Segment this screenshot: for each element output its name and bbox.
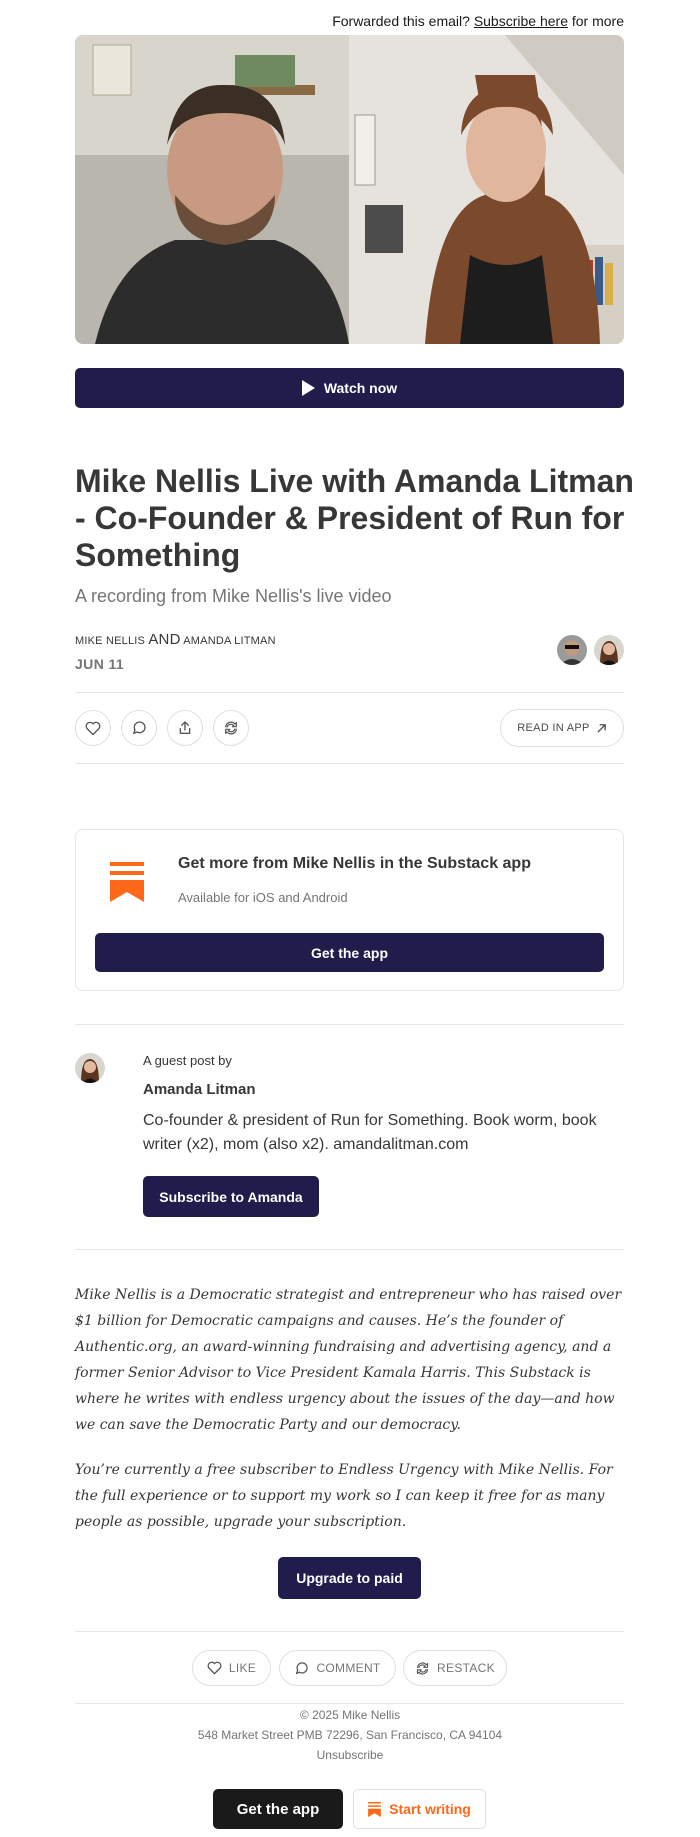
- arrow-up-right-icon: [597, 723, 606, 733]
- upgrade-to-paid-button[interactable]: Upgrade to paid: [278, 1557, 421, 1599]
- avatar-mike[interactable]: [557, 635, 587, 665]
- restack-icon: [416, 1662, 429, 1674]
- divider: [75, 1631, 624, 1632]
- post-subtitle: A recording from Mike Nellis's live vide…: [75, 586, 392, 606]
- subscribe-here-link[interactable]: Subscribe here: [474, 13, 568, 29]
- app-card-title: Get more from Mike Nellis in the Substac…: [178, 855, 531, 872]
- comment-label: COMMENT: [316, 1661, 381, 1675]
- unsubscribe-link[interactable]: Unsubscribe: [0, 1748, 700, 1762]
- start-writing-label: Start writing: [389, 1801, 471, 1817]
- video-thumbnail[interactable]: [75, 35, 624, 344]
- read-in-app-label: READ IN APP: [517, 722, 590, 734]
- guest-avatar[interactable]: [75, 1053, 105, 1083]
- comment-icon: [296, 1661, 309, 1674]
- forwarded-prefix: Forwarded this email?: [332, 13, 470, 29]
- byline: Mike Nellis and Amanda Litman: [75, 631, 276, 648]
- watch-now-button[interactable]: Watch now: [75, 368, 624, 408]
- footer-get-the-app-button[interactable]: Get the app: [213, 1789, 343, 1829]
- byline-and: and: [148, 631, 181, 648]
- like-button[interactable]: [75, 710, 111, 746]
- guest-post-label: A guest post by: [143, 1053, 232, 1068]
- start-writing-button[interactable]: Start writing: [353, 1789, 486, 1829]
- post-title[interactable]: Mike Nellis Live with Amanda Litman - Co…: [75, 463, 635, 574]
- subscribe-to-amanda-button[interactable]: Subscribe to Amanda: [143, 1176, 319, 1217]
- divider: [75, 1703, 624, 1704]
- heart-icon: [207, 1661, 222, 1675]
- comment-button[interactable]: [121, 710, 157, 746]
- divider: [75, 692, 624, 693]
- read-in-app-button[interactable]: READ IN APP: [500, 709, 624, 747]
- divider: [75, 763, 624, 764]
- author-link-1[interactable]: Mike Nellis: [75, 635, 145, 647]
- author-link-2[interactable]: Amanda Litman: [183, 635, 275, 647]
- post-date: JUN 11: [75, 656, 125, 672]
- comment-icon: [133, 721, 146, 734]
- copyright: © 2025 Mike Nellis: [299, 1708, 401, 1722]
- guest-author-bio: Co-founder & president of Run for Someth…: [143, 1112, 597, 1153]
- forwarded-notice: Forwarded this email? Subscribe here for…: [332, 13, 624, 29]
- restack-icon: [225, 721, 237, 735]
- divider: [75, 1024, 624, 1025]
- substack-logo-icon: [110, 862, 144, 907]
- postal-address: 548 Market Street PMB 72296, San Francis…: [197, 1728, 503, 1742]
- get-the-app-button[interactable]: Get the app: [95, 933, 604, 972]
- like-label: LIKE: [228, 1661, 257, 1675]
- forwarded-suffix: for more: [571, 13, 624, 29]
- author-about-paragraph: Mike Nellis is a Democratic strategist a…: [75, 1287, 622, 1433]
- share-icon: [179, 721, 191, 734]
- subscription-paragraph: You’re currently a free subscriber to En…: [75, 1462, 613, 1530]
- guest-author-name[interactable]: Amanda Litman: [143, 1081, 256, 1098]
- like-pill-button[interactable]: LIKE: [192, 1650, 271, 1686]
- app-card-subtitle: Available for iOS and Android: [178, 890, 348, 905]
- play-icon: [301, 380, 315, 396]
- divider: [75, 1249, 624, 1250]
- share-button[interactable]: [167, 710, 203, 746]
- restack-button[interactable]: [213, 710, 249, 746]
- avatar-amanda[interactable]: [594, 635, 624, 665]
- substack-logo-icon: [368, 1801, 382, 1817]
- restack-pill-button[interactable]: RESTACK: [403, 1650, 507, 1686]
- watch-now-label: Watch now: [323, 380, 398, 396]
- restack-label: RESTACK: [437, 1661, 495, 1675]
- comment-pill-button[interactable]: COMMENT: [279, 1650, 396, 1686]
- heart-icon: [85, 721, 101, 735]
